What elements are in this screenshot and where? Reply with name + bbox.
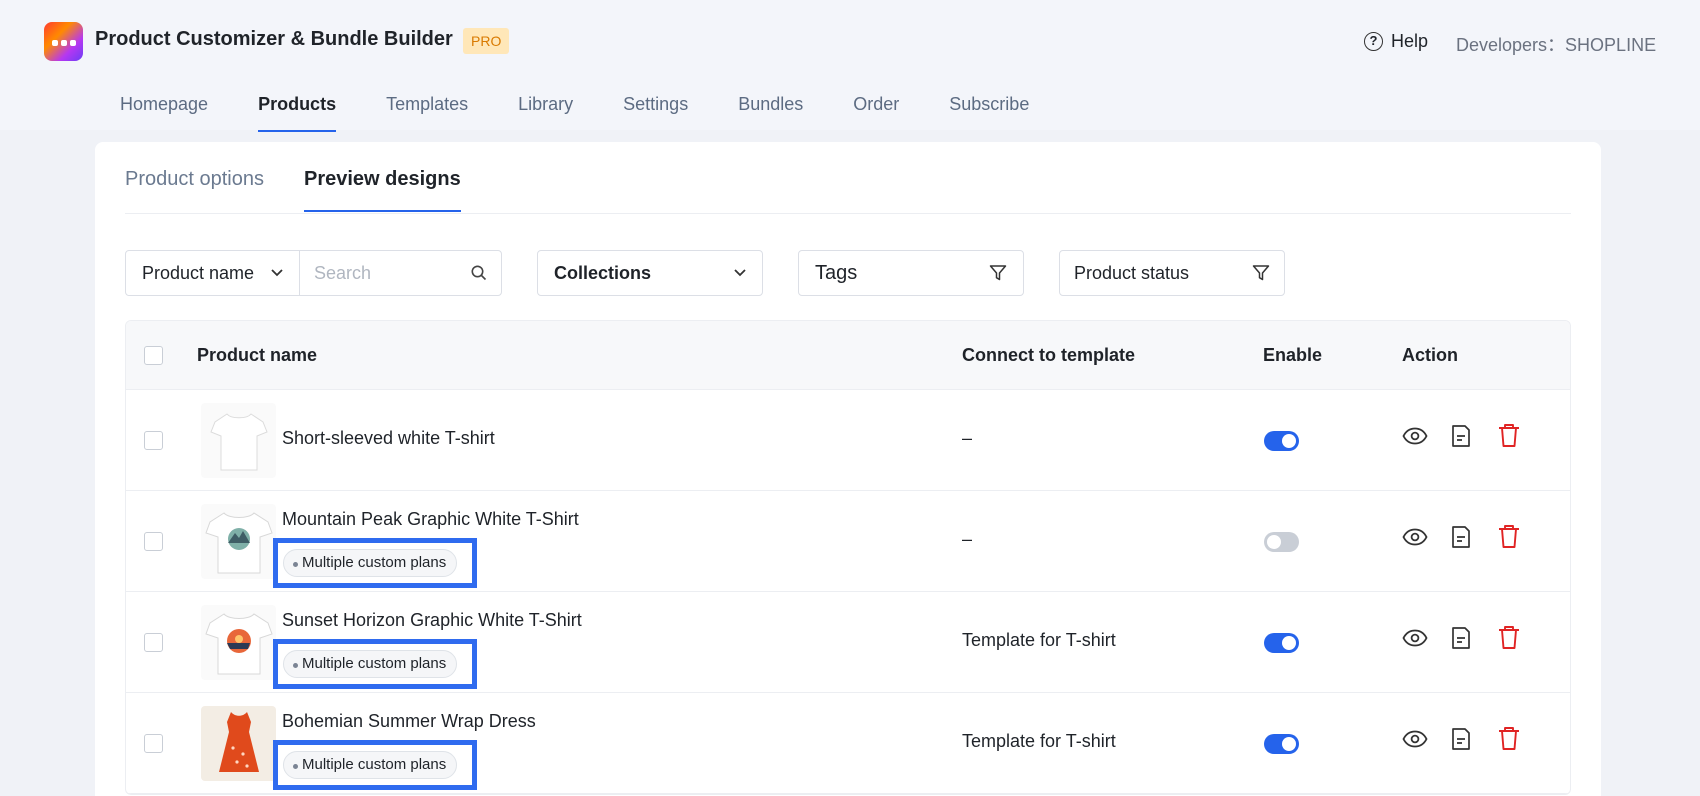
help-link[interactable]: ? Help — [1364, 31, 1428, 52]
custom-plans-badge: Multiple custom plans — [283, 549, 458, 577]
delete-trash-icon[interactable] — [1498, 726, 1520, 751]
enable-toggle[interactable] — [1264, 633, 1299, 653]
top-bar: Product Customizer & Bundle Builder PRO … — [0, 0, 1700, 132]
table-row: Bohemian Summer Wrap Dress Multiple cust… — [126, 693, 1570, 794]
search-icon[interactable] — [471, 265, 487, 281]
help-circle-icon: ? — [1364, 32, 1383, 51]
template-value: – — [962, 529, 973, 549]
product-name[interactable]: Sunset Horizon Graphic White T-Shirt — [282, 610, 582, 631]
main-nav: Homepage Products Templates Library Sett… — [120, 94, 1079, 132]
preview-eye-icon[interactable] — [1402, 528, 1428, 546]
filter-icon — [1252, 265, 1270, 281]
row-checkbox[interactable] — [144, 734, 163, 753]
tags-label: Tags — [815, 261, 858, 284]
highlight-box: Multiple custom plans — [273, 740, 477, 790]
highlight-box: Multiple custom plans — [273, 538, 477, 588]
nav-library[interactable]: Library — [518, 94, 573, 129]
product-name[interactable]: Mountain Peak Graphic White T-Shirt — [282, 509, 579, 530]
enable-toggle[interactable] — [1264, 431, 1299, 451]
product-name-select[interactable]: Product name — [126, 251, 300, 295]
table-header: Product name Connect to template Enable … — [126, 321, 1570, 390]
enable-toggle[interactable] — [1264, 532, 1299, 552]
product-status-filter[interactable]: Product status — [1059, 250, 1285, 296]
chevron-down-icon — [734, 269, 746, 277]
main-card: Product options Preview designs Product … — [95, 142, 1601, 796]
table-row: Short-sleeved white T-shirt – — [126, 390, 1570, 491]
dress-icon — [218, 711, 259, 772]
nav-templates[interactable]: Templates — [386, 94, 468, 129]
delete-trash-icon[interactable] — [1498, 423, 1520, 448]
product-name[interactable]: Bohemian Summer Wrap Dress — [282, 711, 536, 732]
nav-homepage[interactable]: Homepage — [120, 94, 208, 129]
template-value: Template for T-shirt — [962, 630, 1116, 650]
app-title: Product Customizer & Bundle Builder — [95, 28, 453, 50]
header-enable: Enable — [1263, 344, 1323, 365]
preview-eye-icon[interactable] — [1402, 629, 1428, 647]
header-connect-template: Connect to template — [962, 344, 1136, 365]
collections-select[interactable]: Collections — [537, 250, 763, 296]
custom-plans-badge: Multiple custom plans — [283, 751, 458, 779]
tabs-divider — [125, 213, 1571, 214]
chevron-down-icon — [271, 269, 283, 277]
product-thumbnail[interactable] — [201, 504, 276, 579]
app-logo-icon — [44, 22, 83, 61]
template-value: Template for T-shirt — [962, 731, 1116, 751]
preview-eye-icon[interactable] — [1402, 730, 1428, 748]
custom-plans-badge: Multiple custom plans — [283, 650, 458, 678]
product-name-select-label: Product name — [142, 262, 255, 283]
search-field-wrap — [300, 251, 501, 295]
table-row: Mountain Peak Graphic White T-Shirt Mult… — [126, 491, 1570, 592]
highlight-box: Multiple custom plans — [273, 639, 477, 689]
product-status-label: Product status — [1074, 262, 1190, 283]
enable-toggle[interactable] — [1264, 734, 1299, 754]
product-name[interactable]: Short-sleeved white T-shirt — [282, 428, 495, 449]
help-label: Help — [1391, 31, 1429, 51]
nav-settings[interactable]: Settings — [623, 94, 688, 129]
delete-trash-icon[interactable] — [1498, 625, 1520, 650]
pro-badge: PRO — [463, 28, 510, 54]
row-checkbox[interactable] — [144, 532, 163, 551]
product-thumbnail[interactable] — [201, 403, 276, 478]
tshirt-sunset-icon — [204, 612, 273, 674]
row-checkbox[interactable] — [144, 431, 163, 450]
row-checkbox[interactable] — [144, 633, 163, 652]
tab-preview-designs[interactable]: Preview designs — [303, 168, 461, 212]
tshirt-icon — [209, 412, 268, 470]
nav-products[interactable]: Products — [258, 94, 337, 132]
header-product-name: Product name — [197, 344, 318, 365]
edit-document-icon[interactable] — [1451, 626, 1471, 650]
table-row: Sunset Horizon Graphic White T-Shirt Mul… — [126, 592, 1570, 693]
developer-value: SHOPLINE — [1565, 35, 1657, 55]
select-all-checkbox[interactable] — [144, 346, 163, 365]
preview-eye-icon[interactable] — [1402, 427, 1428, 445]
nav-subscribe[interactable]: Subscribe — [949, 94, 1029, 129]
tab-product-options[interactable]: Product options — [125, 168, 264, 211]
edit-document-icon[interactable] — [1451, 525, 1471, 549]
product-name-search-group: Product name — [125, 250, 502, 296]
collections-label: Collections — [554, 262, 652, 283]
product-thumbnail[interactable] — [201, 605, 276, 680]
nav-order[interactable]: Order — [853, 94, 899, 129]
nav-bundles[interactable]: Bundles — [738, 94, 803, 129]
tshirt-mountain-icon — [204, 511, 273, 573]
template-value: – — [962, 428, 973, 448]
tags-filter[interactable]: Tags — [798, 250, 1024, 296]
header-action: Action — [1402, 344, 1458, 365]
filter-icon — [989, 265, 1007, 281]
product-thumbnail[interactable] — [201, 706, 276, 781]
edit-document-icon[interactable] — [1451, 727, 1471, 751]
edit-document-icon[interactable] — [1451, 424, 1471, 448]
sub-tabs: Product options Preview designs — [125, 168, 501, 212]
search-input[interactable] — [314, 262, 454, 284]
delete-trash-icon[interactable] — [1498, 524, 1520, 549]
products-table: Product name Connect to template Enable … — [125, 320, 1571, 795]
developer-label: Developers： — [1456, 35, 1566, 55]
developer-info: Developers：SHOPLINE — [1456, 31, 1656, 57]
